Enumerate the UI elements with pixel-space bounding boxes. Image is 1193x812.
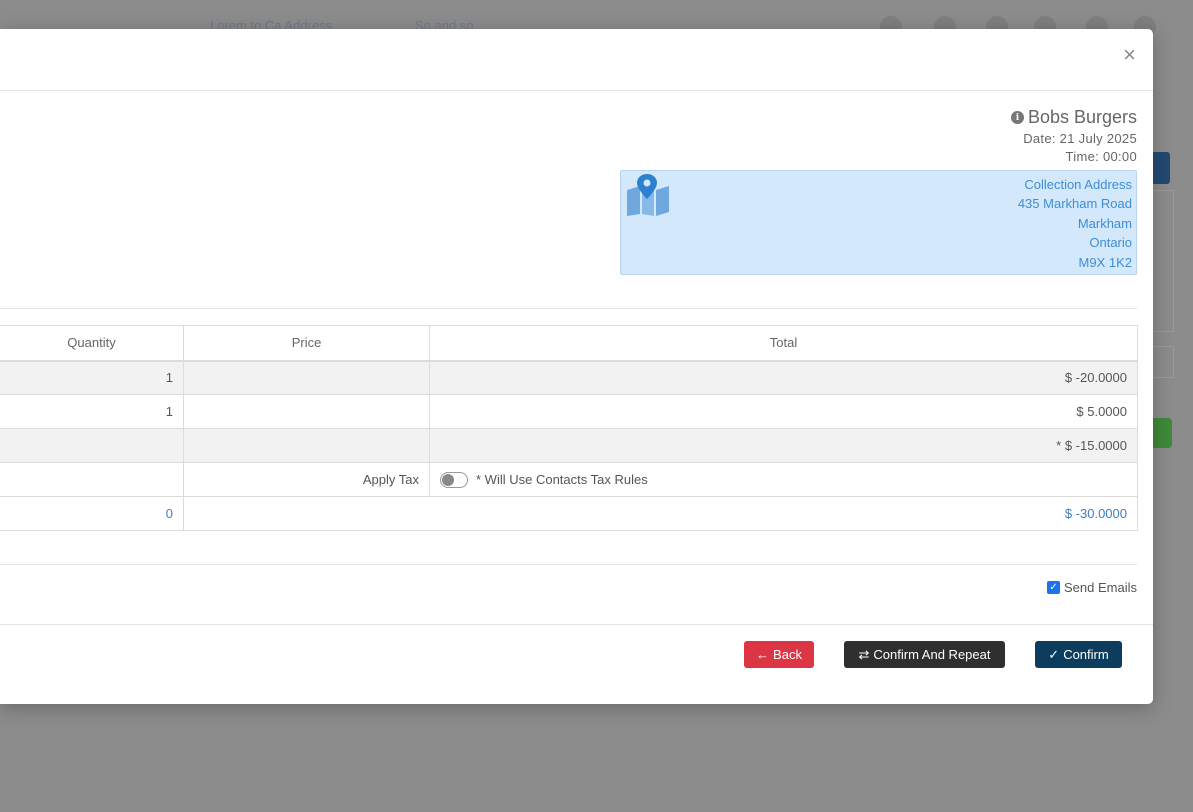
modal-header: × xyxy=(0,29,1153,91)
apply-tax-toggle[interactable] xyxy=(440,471,468,488)
repeat-icon: ⇄ xyxy=(858,646,870,662)
check-icon: ✓ xyxy=(1048,646,1060,662)
company-name: i Bobs Burgers xyxy=(1010,107,1137,128)
confirm-and-repeat-label: Confirm And Repeat xyxy=(873,647,991,662)
cell-empty xyxy=(0,462,184,497)
summary-total: $ -30.0000 xyxy=(183,496,1138,531)
cell-quantity: 1 xyxy=(0,394,184,429)
tax-row: Apply Tax * Will Use Contacts Tax Rules xyxy=(0,462,1138,497)
address-street: 435 Markham Road xyxy=(1017,196,1132,212)
table-header-row: Quantity Price Total xyxy=(0,325,1138,362)
table-row: * $ -15.0000 xyxy=(0,428,1138,463)
info-icon[interactable]: i xyxy=(1010,111,1024,124)
back-button-label: Back xyxy=(773,647,802,662)
arrow-left-icon: ← xyxy=(756,647,770,662)
address-city: Markham xyxy=(1077,215,1132,231)
order-time: Time: 00:00 xyxy=(1065,149,1137,164)
tax-toggle-cell: * Will Use Contacts Tax Rules xyxy=(429,462,1138,497)
send-emails-label: Send Emails xyxy=(1064,580,1137,595)
cell-price xyxy=(183,428,430,463)
cell-quantity: 1 xyxy=(0,360,184,395)
background-panel xyxy=(1152,190,1174,332)
order-date: Date: 21 July 2025 xyxy=(1023,131,1137,146)
confirm-button[interactable]: ✓ Confirm xyxy=(1035,641,1122,668)
cell-total: * $ -15.0000 xyxy=(429,428,1138,463)
address-postal: M9X 1K2 xyxy=(1078,254,1132,270)
column-header-price: Price xyxy=(183,325,430,362)
back-button[interactable]: ← Back xyxy=(744,641,814,668)
background-blue-tab xyxy=(1150,152,1170,184)
order-info: i Bobs Burgers Date: 21 July 2025 Time: … xyxy=(1010,107,1137,164)
table-row: 1 $ -20.0000 xyxy=(0,360,1138,395)
background-panel xyxy=(1152,346,1174,378)
send-emails-option[interactable]: ✓ Send Emails xyxy=(1047,580,1137,595)
column-header-total: Total xyxy=(429,325,1138,362)
confirm-and-repeat-button[interactable]: ⇄ Confirm And Repeat xyxy=(844,641,1005,668)
divider xyxy=(0,308,1137,309)
address-label: Collection Address xyxy=(1024,177,1132,192)
address-province: Ontario xyxy=(1089,235,1132,251)
tax-note: * Will Use Contacts Tax Rules xyxy=(476,472,648,487)
table-row: 1 $ 5.0000 xyxy=(0,394,1138,429)
background-green-tab xyxy=(1150,418,1172,448)
divider xyxy=(0,564,1137,565)
cell-price xyxy=(183,394,430,429)
address-lines: Collection Address 435 Markham Road Mark… xyxy=(1018,175,1132,272)
collection-address-box: Collection Address 435 Markham Road Mark… xyxy=(620,170,1137,275)
cell-total: $ -20.0000 xyxy=(429,360,1138,395)
cell-total: $ 5.0000 xyxy=(429,394,1138,429)
map-marker-icon xyxy=(627,174,669,216)
order-items-table: Quantity Price Total 1 $ -20.0000 1 $ 5.… xyxy=(0,325,1138,531)
close-icon[interactable]: × xyxy=(1123,44,1136,66)
send-emails-checkbox[interactable]: ✓ xyxy=(1047,581,1061,594)
apply-tax-label: Apply Tax xyxy=(183,462,430,497)
confirm-order-modal: × i Bobs Burgers Date: 21 July 2025 Time… xyxy=(0,29,1153,704)
confirm-button-label: Confirm xyxy=(1063,647,1109,662)
column-header-quantity: Quantity xyxy=(0,325,184,362)
cell-price xyxy=(183,360,430,395)
company-name-text: Bobs Burgers xyxy=(1027,107,1137,127)
cell-quantity xyxy=(0,428,184,463)
modal-footer: ← Back ⇄ Confirm And Repeat ✓ Confirm xyxy=(0,624,1153,704)
summary-quantity: 0 xyxy=(0,496,184,531)
summary-row: 0 $ -30.0000 xyxy=(0,496,1138,531)
